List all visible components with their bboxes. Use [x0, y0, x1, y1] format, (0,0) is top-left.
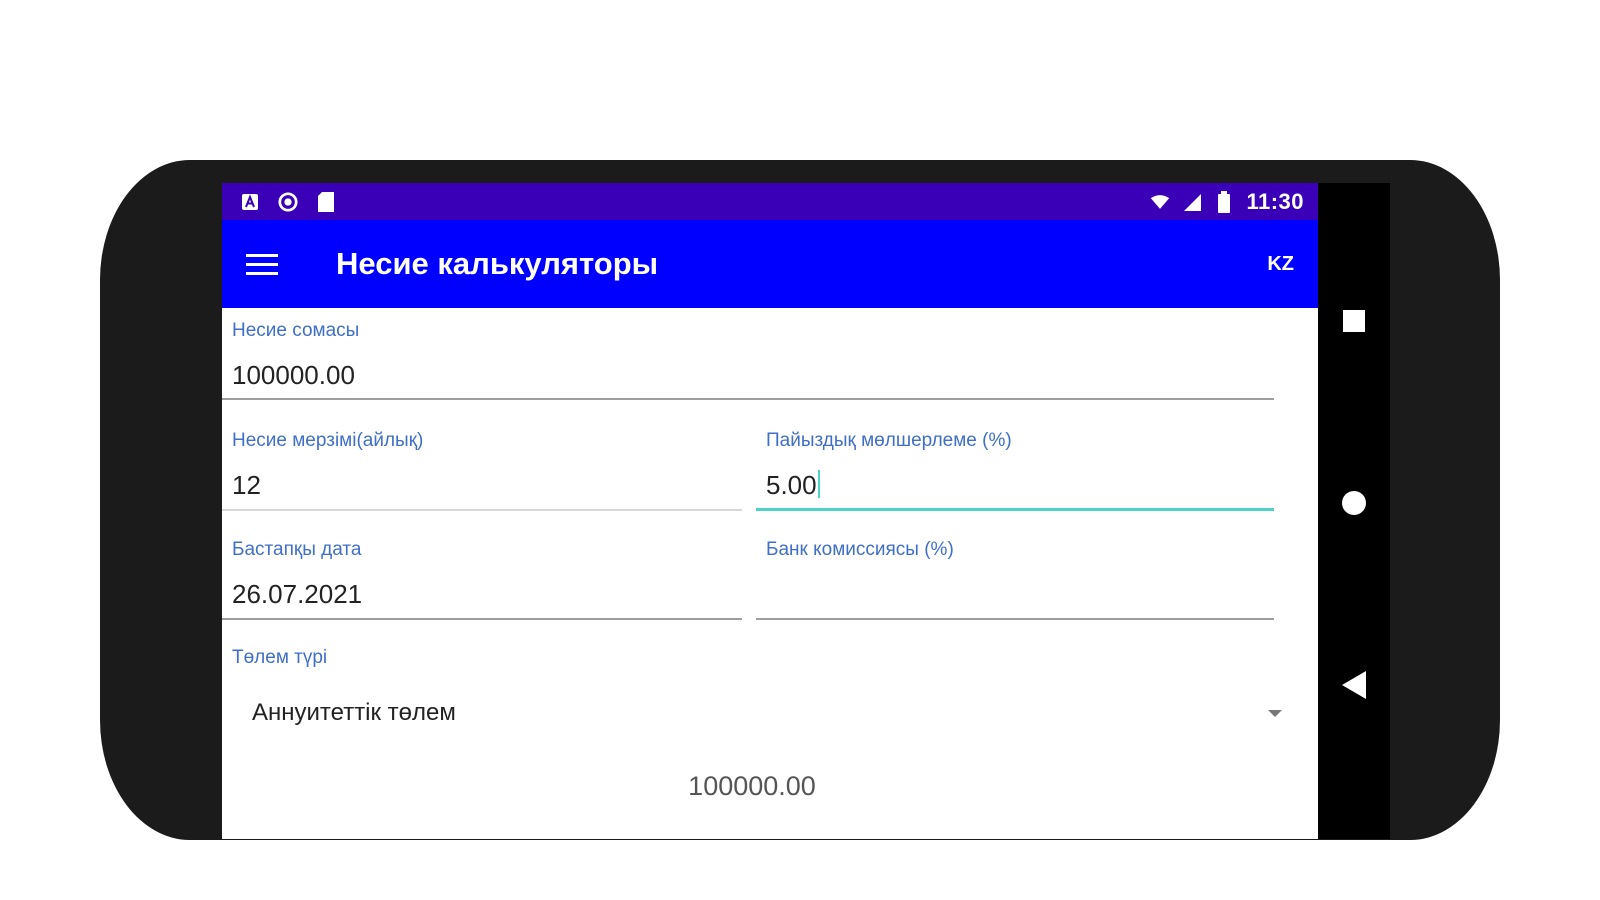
page-title: Несие калькуляторы — [336, 246, 659, 281]
loan-term-label: Несие мерзімі(айлық) — [232, 430, 424, 451]
status-time: 11:30 — [1246, 188, 1304, 214]
a-notification-icon — [240, 192, 260, 212]
loan-term-underline — [222, 509, 742, 511]
home-circle-icon — [1342, 491, 1366, 515]
bank-commission-label: Банк комиссиясы (%) — [766, 539, 954, 560]
bank-commission-field[interactable]: Банк комиссиясы (%) — [756, 539, 1274, 629]
interest-rate-underline — [756, 508, 1274, 511]
start-date-label: Бастапқы дата — [232, 539, 362, 560]
text-caret — [817, 470, 820, 498]
battery-icon — [1214, 190, 1234, 213]
recents-square-icon — [1343, 310, 1365, 332]
loan-amount-field[interactable]: Несие сомасы 100000.00 — [222, 320, 1274, 408]
back-triangle-icon — [1342, 671, 1366, 699]
start-date-input[interactable]: 26.07.2021 — [232, 579, 362, 610]
status-bar: 11:30 — [222, 183, 1318, 220]
payment-type-label: Төлем түрі — [232, 647, 328, 668]
loan-term-input[interactable]: 12 — [232, 470, 261, 501]
navigation-bar — [1318, 183, 1390, 839]
app-bar: Несие калькуляторы KZ — [222, 220, 1318, 308]
payment-type-value: Аннуитеттік төлем — [252, 699, 456, 726]
interest-rate-field[interactable]: Пайыздық мөлшерлеме (%) 5.00 — [756, 430, 1274, 520]
interest-rate-value: 5.00 — [766, 470, 817, 500]
bank-commission-underline — [756, 618, 1274, 620]
wifi-icon — [1150, 192, 1170, 212]
interest-rate-label: Пайыздық мөлшерлеме (%) — [766, 430, 1012, 451]
loan-term-field[interactable]: Несие мерзімі(айлық) 12 — [222, 430, 742, 520]
app-screen: 11:30 Несие калькуляторы KZ Несие сомасы… — [222, 183, 1318, 839]
result-amount: 100000.00 — [688, 771, 816, 801]
back-button[interactable] — [1318, 655, 1390, 715]
payment-type-field: Төлем түрі — [222, 647, 1274, 677]
language-button[interactable]: KZ — [1267, 253, 1294, 276]
dropdown-arrow-icon — [1268, 709, 1282, 717]
start-date-underline — [222, 618, 742, 620]
recents-button[interactable] — [1318, 291, 1390, 351]
hamburger-menu-icon[interactable] — [246, 244, 286, 284]
loan-amount-underline — [222, 398, 1274, 400]
home-button[interactable] — [1318, 473, 1390, 533]
interest-rate-input[interactable]: 5.00 — [766, 470, 820, 501]
circle-notification-icon — [278, 191, 298, 212]
loan-amount-label: Несие сомасы — [232, 320, 360, 341]
stage: 11:30 Несие калькуляторы KZ Несие сомасы… — [0, 0, 1600, 900]
sd-card-icon — [316, 191, 336, 212]
signal-icon — [1182, 192, 1202, 212]
loan-amount-input[interactable]: 100000.00 — [232, 360, 355, 391]
start-date-field[interactable]: Бастапқы дата 26.07.2021 — [222, 539, 742, 629]
payment-type-select[interactable]: Аннуитеттік төлем — [252, 683, 1282, 743]
